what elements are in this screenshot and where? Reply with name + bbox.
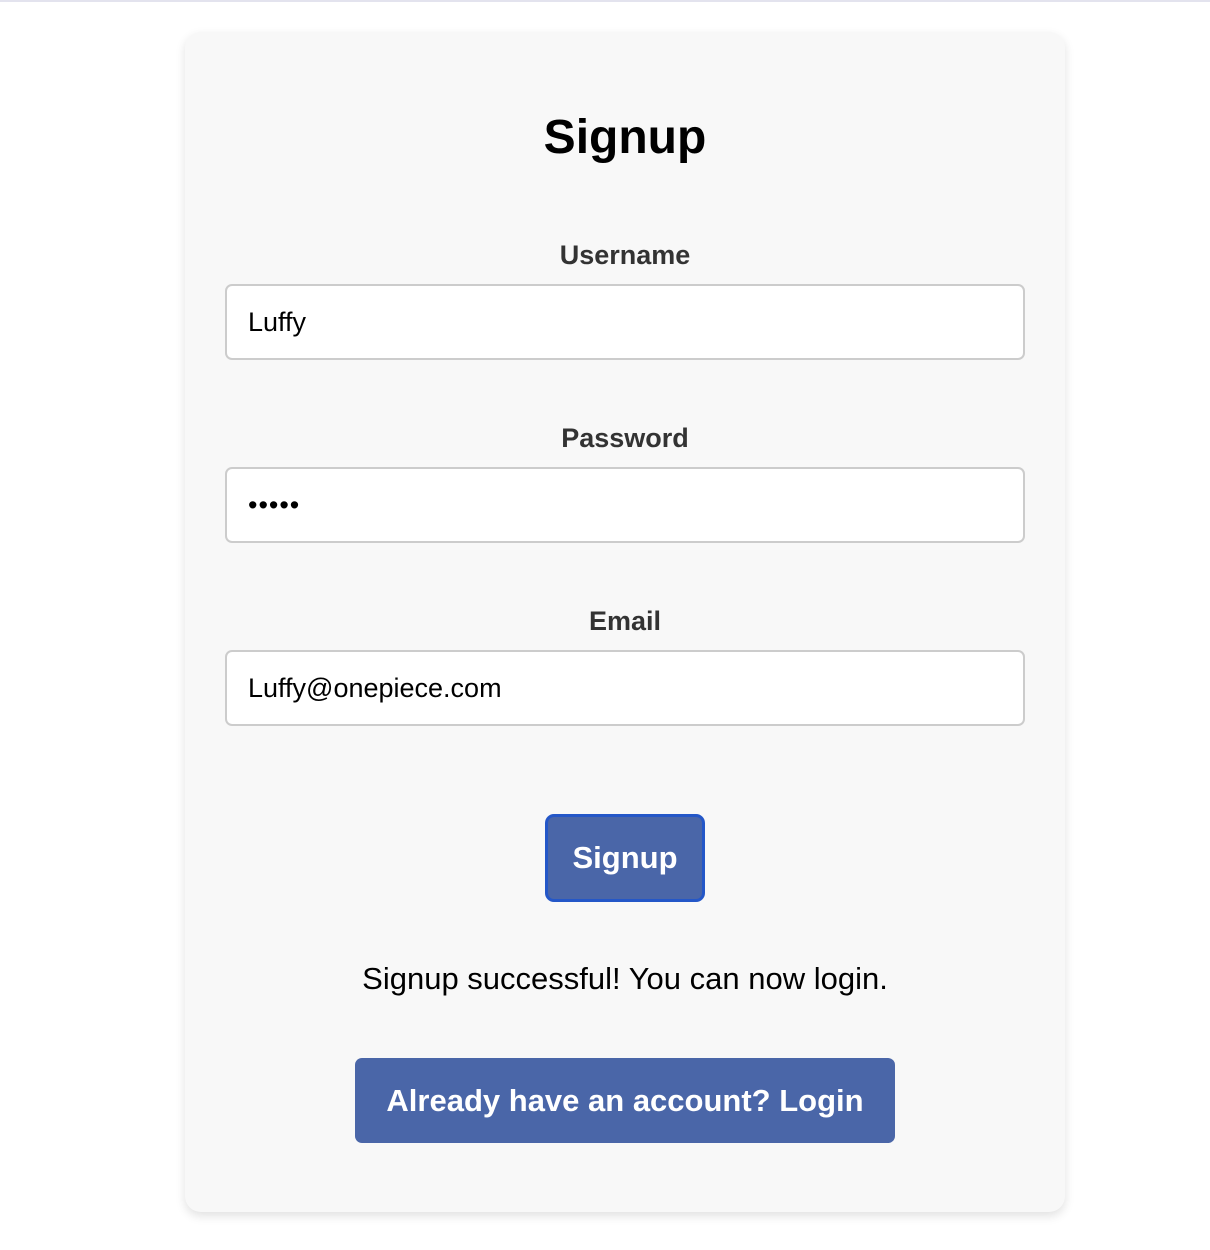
page-title: Signup (543, 111, 707, 164)
password-input[interactable] (225, 467, 1025, 543)
signup-button[interactable]: Signup (545, 814, 705, 902)
email-input[interactable] (225, 650, 1025, 726)
password-label: Password (561, 423, 689, 453)
username-label: Username (559, 240, 691, 270)
signup-card: Signup Username Password Email Signup Si… (185, 32, 1065, 1212)
login-link-button[interactable]: Already have an account? Login (355, 1058, 895, 1143)
top-divider (0, 0, 1210, 2)
status-message: Signup successful! You can now login. (362, 961, 888, 996)
email-label: Email (588, 606, 662, 636)
username-input[interactable] (225, 284, 1025, 360)
